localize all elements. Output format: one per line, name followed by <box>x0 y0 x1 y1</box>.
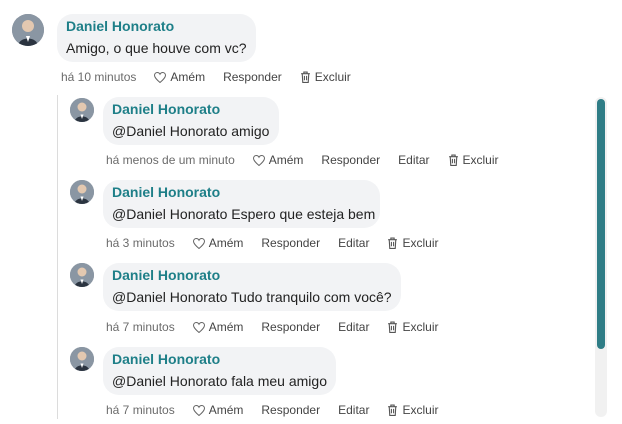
reply-button[interactable]: Responder <box>261 236 320 250</box>
amen-label: Amém <box>208 236 244 250</box>
comment-text: Amigo, o que houve com vc? <box>66 40 247 56</box>
edit-button[interactable]: Editar <box>338 320 369 334</box>
edit-button[interactable]: Editar <box>338 236 369 250</box>
reply-actions: há 7 minutos Amém Responder Editar Exclu… <box>106 402 456 418</box>
reply-author[interactable]: Daniel Honorato <box>112 184 220 200</box>
reply-button[interactable]: Responder <box>321 153 380 167</box>
reply-bubble: Daniel Honorato @Daniel Honorato amigo <box>103 97 279 145</box>
reply-author[interactable]: Daniel Honorato <box>112 351 220 367</box>
comment-timestamp: há 10 minutos <box>61 70 137 84</box>
reply-author[interactable]: Daniel Honorato <box>112 101 220 117</box>
avatar[interactable] <box>70 263 94 287</box>
avatar[interactable] <box>70 98 94 122</box>
delete-button[interactable]: Excluir <box>448 153 499 167</box>
reply-bubble: Daniel Honorato @Daniel Honorato Tudo tr… <box>103 263 401 311</box>
reply-text: @Daniel Honorato Espero que esteja bem <box>112 206 376 222</box>
reply-author[interactable]: Daniel Honorato <box>112 267 220 283</box>
reply-button[interactable]: Responder <box>261 320 320 334</box>
heart-icon <box>154 71 167 83</box>
comment-bubble: Daniel Honorato Amigo, o que houve com v… <box>57 14 256 62</box>
reply-bubble: Daniel Honorato @Daniel Honorato fala me… <box>103 347 336 395</box>
delete-label: Excluir <box>314 70 351 84</box>
amen-label: Amém <box>170 70 206 84</box>
delete-label: Excluir <box>402 236 439 250</box>
delete-label: Excluir <box>462 153 499 167</box>
trash-icon <box>448 154 458 166</box>
heart-icon <box>192 237 205 249</box>
reply-bubble: Daniel Honorato @Daniel Honorato Espero … <box>103 180 380 228</box>
delete-button[interactable]: Excluir <box>387 320 438 334</box>
comment-author[interactable]: Daniel Honorato <box>66 18 174 34</box>
reply-actions: há 7 minutos Amém Responder Editar Exclu… <box>106 319 456 335</box>
trash-icon <box>388 321 398 333</box>
amen-button[interactable]: Amém <box>192 236 244 250</box>
delete-button[interactable]: Excluir <box>387 403 438 417</box>
avatar[interactable] <box>12 14 44 46</box>
amen-label: Amém <box>208 320 244 334</box>
reply-button[interactable]: Responder <box>261 403 320 417</box>
reply-text: @Daniel Honorato fala meu amigo <box>112 373 327 389</box>
scrollbar[interactable] <box>595 97 607 417</box>
amen-label: Amém <box>208 403 244 417</box>
delete-label: Excluir <box>402 403 439 417</box>
heart-icon <box>192 321 205 333</box>
delete-label: Excluir <box>402 320 439 334</box>
delete-button[interactable]: Excluir <box>300 70 351 84</box>
delete-button[interactable]: Excluir <box>387 236 438 250</box>
amen-label: Amém <box>268 153 304 167</box>
reply-actions: há 3 minutos Amém Responder Editar Exclu… <box>106 235 456 251</box>
heart-icon <box>192 404 205 416</box>
reply-actions: há menos de um minuto Amém Responder Edi… <box>106 152 517 168</box>
reply-timestamp: há 7 minutos <box>106 403 175 417</box>
trash-icon <box>388 237 398 249</box>
comment-actions: há 10 minutos Amém Responder Excluir <box>61 69 369 85</box>
amen-button[interactable]: Amém <box>192 403 244 417</box>
trash-icon <box>300 71 310 83</box>
edit-button[interactable]: Editar <box>338 403 369 417</box>
reply-timestamp: há menos de um minuto <box>106 153 235 167</box>
reply-text: @Daniel Honorato Tudo tranquilo com você… <box>112 289 392 305</box>
scrollbar-thumb[interactable] <box>597 99 605 349</box>
amen-button[interactable]: Amém <box>154 70 205 84</box>
trash-icon <box>388 404 398 416</box>
heart-icon <box>252 154 265 166</box>
reply-timestamp: há 3 minutos <box>106 236 175 250</box>
thread-line <box>57 95 58 419</box>
edit-button[interactable]: Editar <box>398 153 429 167</box>
avatar[interactable] <box>70 347 94 371</box>
reply-button[interactable]: Responder <box>223 70 282 84</box>
amen-button[interactable]: Amém <box>252 153 304 167</box>
reply-timestamp: há 7 minutos <box>106 320 175 334</box>
avatar[interactable] <box>70 180 94 204</box>
reply-text: @Daniel Honorato amigo <box>112 123 270 139</box>
amen-button[interactable]: Amém <box>192 320 244 334</box>
